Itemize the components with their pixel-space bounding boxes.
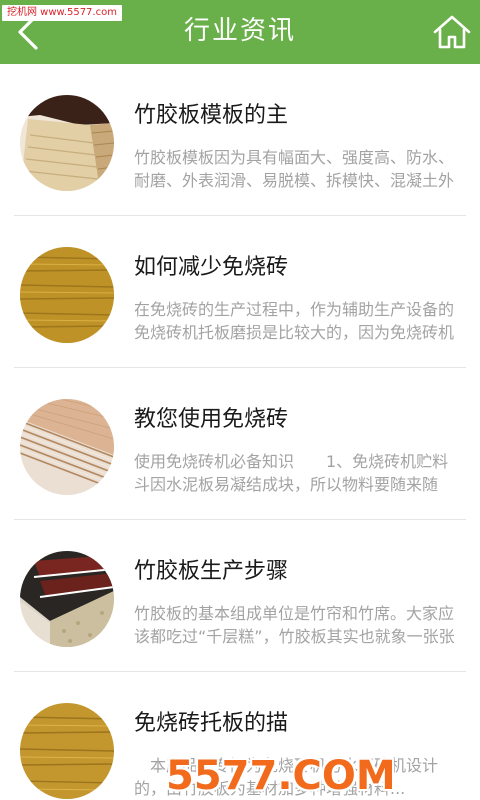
article-title: 竹胶板生产步骤 [134,559,289,584]
article-thumbnail [20,399,114,495]
news-item[interactable]: 如何减少免烧砖 在免烧砖的生产过程中，作为辅助生产设备的免烧砖机托板磨损是比较大… [0,216,480,368]
article-summary: 竹胶板的基本组成单位是竹帘和竹席。大家应该都吃过“千层糕”，竹胶板其实也就象一张… [134,602,464,646]
news-item[interactable]: 竹胶板模板的主 竹胶板模板因为具有幅面大、强度高、防水、耐磨、外表润滑、易脱模、… [0,64,480,216]
article-summary: 使用免烧砖机必备知识 1、免烧砖机贮料斗因水泥板易凝结成块，所以物料要随来随用.… [134,450,464,494]
article-summary-text: 竹胶板模板因为具有幅面大、强度高、防水、耐磨、外表润滑、易脱模、拆模快、混凝土外… [134,148,455,190]
article-summary-text: 使用免烧砖机必备知识 1、免烧砖机贮料斗因水泥板易凝结成块，所以物料要随来随用.… [134,452,449,494]
article-title: 如何减少免烧砖 [134,255,289,280]
article-summary: 在免烧砖的生产过程中，作为辅助生产设备的免烧砖机托板磨损是比较大的，因为免烧砖机… [134,298,464,342]
app-screen: 行业资讯 挖机网 www.5577.com 竹胶板模板的主 竹胶板模板因为具有幅… [0,0,480,800]
news-list: 竹胶板模板的主 竹胶板模板因为具有幅面大、强度高、防水、耐磨、外表润滑、易脱模、… [0,64,480,800]
page-title: 行业资讯 [183,16,296,46]
article-summary-text: 竹胶板的基本组成单位是竹帘和竹席。大家应该都吃过“千层糕”，竹胶板其实也就象一张… [134,604,455,646]
article-title: 免烧砖托板的描 [134,711,289,736]
article-summary-text: 在免烧砖的生产过程中，作为辅助生产设备的免烧砖机托板磨损是比较大的，因为免烧砖机… [134,300,455,342]
article-thumbnail [20,703,114,799]
article-summary: 竹胶板模板因为具有幅面大、强度高、防水、耐磨、外表润滑、易脱模、拆模快、混凝土外… [134,146,464,190]
article-title: 竹胶板模板的主 [134,103,289,128]
watermark-logo-text: 5577.COM [166,753,396,799]
home-icon [433,15,471,49]
article-thumbnail [20,551,114,647]
watermark-label: 挖机网 www.5577.com [2,5,122,21]
news-item[interactable]: 教您使用免烧砖 使用免烧砖机必备知识 1、免烧砖机贮料斗因水泥板易凝结成块，所以… [0,368,480,520]
article-thumbnail [20,247,114,343]
news-item[interactable]: 竹胶板生产步骤 竹胶板的基本组成单位是竹帘和竹席。大家应该都吃过“千层糕”，竹胶… [0,520,480,672]
title-bar: 行业资讯 挖机网 www.5577.com [0,0,480,64]
article-title: 教您使用免烧砖 [134,407,289,432]
article-thumbnail [20,95,114,191]
watermark-logo: 5577.COM [158,752,404,800]
home-button[interactable] [432,14,472,50]
